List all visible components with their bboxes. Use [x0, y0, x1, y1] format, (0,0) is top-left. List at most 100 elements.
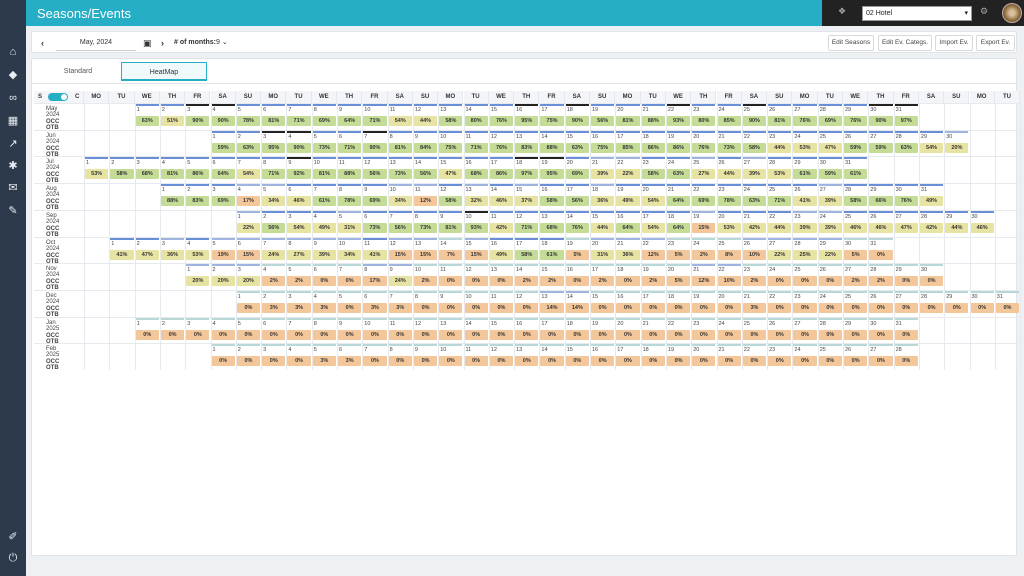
- event-bar[interactable]: [464, 210, 488, 213]
- event-bar[interactable]: [413, 237, 438, 240]
- occupancy-cell[interactable]: 78%: [338, 196, 362, 207]
- occupancy-cell[interactable]: 0%: [666, 356, 691, 367]
- home-icon[interactable]: ⌂: [5, 45, 21, 59]
- occupancy-cell[interactable]: 34%: [338, 249, 362, 260]
- event-bar[interactable]: [540, 317, 564, 320]
- event-bar[interactable]: [717, 237, 741, 240]
- occupancy-cell[interactable]: 42%: [919, 222, 944, 233]
- occupancy-cell[interactable]: 0%: [793, 302, 817, 313]
- event-bar[interactable]: [742, 290, 767, 293]
- occupancy-cell[interactable]: 0%: [818, 276, 842, 287]
- occupancy-cell[interactable]: 69%: [363, 196, 387, 207]
- event-bar[interactable]: [236, 210, 261, 213]
- event-bar[interactable]: [945, 290, 969, 293]
- event-bar[interactable]: [363, 290, 387, 293]
- event-bar[interactable]: [844, 237, 868, 240]
- event-bar[interactable]: [742, 237, 767, 240]
- occupancy-cell[interactable]: 0%: [970, 302, 994, 313]
- event-bar[interactable]: [489, 264, 514, 267]
- occupancy-cell[interactable]: 0%: [768, 329, 792, 340]
- occupancy-cell[interactable]: 15%: [413, 249, 438, 260]
- occupancy-cell[interactable]: 71%: [262, 169, 286, 180]
- event-bar[interactable]: [489, 130, 514, 133]
- occupancy-cell[interactable]: 36%: [160, 249, 185, 260]
- occupancy-cell[interactable]: 80%: [692, 116, 716, 126]
- occupancy-cell[interactable]: 20%: [211, 276, 235, 287]
- event-bar[interactable]: [413, 104, 438, 106]
- event-bar[interactable]: [489, 317, 514, 320]
- occupancy-cell[interactable]: 93%: [666, 116, 691, 126]
- occupancy-cell[interactable]: 71%: [338, 142, 362, 153]
- event-bar[interactable]: [717, 264, 741, 267]
- occupancy-cell[interactable]: 0%: [540, 356, 564, 367]
- occupancy-cell[interactable]: 95%: [262, 142, 286, 153]
- occupancy-cell[interactable]: 61%: [844, 169, 868, 180]
- occupancy-cell[interactable]: 3%: [262, 302, 286, 313]
- event-bar[interactable]: [919, 184, 944, 187]
- event-bar[interactable]: [616, 317, 640, 320]
- occupancy-cell[interactable]: 85%: [717, 116, 741, 126]
- event-bar[interactable]: [793, 104, 817, 106]
- occupancy-cell[interactable]: 68%: [135, 169, 159, 180]
- event-bar[interactable]: [211, 264, 235, 267]
- occupancy-cell[interactable]: 0%: [591, 302, 615, 313]
- gear-icon[interactable]: ⚙: [980, 6, 988, 17]
- occupancy-cell[interactable]: 15%: [388, 249, 412, 260]
- event-bar[interactable]: [540, 344, 564, 347]
- event-bar[interactable]: [692, 237, 716, 240]
- event-bar[interactable]: [768, 264, 792, 267]
- occupancy-cell[interactable]: 0%: [489, 356, 514, 367]
- event-bar[interactable]: [262, 210, 286, 213]
- binoculars-icon[interactable]: ∞: [5, 91, 21, 105]
- occupancy-cell[interactable]: 0%: [413, 356, 438, 367]
- event-bar[interactable]: [666, 157, 691, 160]
- event-bar[interactable]: [641, 317, 665, 320]
- event-bar[interactable]: [464, 264, 488, 267]
- occupancy-cell[interactable]: 58%: [742, 142, 767, 153]
- occupancy-cell[interactable]: 5%: [666, 249, 691, 260]
- event-bar[interactable]: [312, 237, 336, 240]
- occupancy-cell[interactable]: 58%: [641, 169, 665, 180]
- event-bar[interactable]: [540, 184, 564, 187]
- occupancy-cell[interactable]: 0%: [717, 302, 741, 313]
- occupancy-cell[interactable]: 0%: [312, 329, 336, 340]
- occupancy-cell[interactable]: 0%: [869, 329, 893, 340]
- occupancy-cell[interactable]: 0%: [742, 329, 767, 340]
- occupancy-cell[interactable]: 44%: [413, 116, 438, 126]
- view-toggle[interactable]: [48, 93, 68, 101]
- occupancy-cell[interactable]: 69%: [692, 196, 716, 207]
- event-bar[interactable]: [236, 104, 261, 106]
- occupancy-cell[interactable]: 10%: [717, 276, 741, 287]
- event-bar[interactable]: [742, 130, 767, 133]
- event-bar[interactable]: [666, 210, 691, 213]
- prev-month-icon[interactable]: ‹: [41, 32, 44, 54]
- occupancy-cell[interactable]: 0%: [413, 302, 438, 313]
- occupancy-cell[interactable]: 0%: [591, 329, 615, 340]
- event-bar[interactable]: [768, 317, 792, 320]
- event-bar[interactable]: [287, 264, 311, 267]
- event-bar[interactable]: [894, 130, 918, 133]
- event-bar[interactable]: [363, 157, 387, 160]
- occupancy-cell[interactable]: 63%: [666, 169, 691, 180]
- event-bar[interactable]: [363, 264, 387, 267]
- event-bar[interactable]: [869, 130, 893, 133]
- event-bar[interactable]: [388, 317, 412, 320]
- occupancy-cell[interactable]: 0%: [489, 329, 514, 340]
- occupancy-cell[interactable]: 44%: [717, 169, 741, 180]
- event-bar[interactable]: [844, 130, 868, 133]
- occupancy-cell[interactable]: 0%: [818, 356, 842, 367]
- event-bar[interactable]: [287, 104, 311, 106]
- occupancy-cell[interactable]: 0%: [236, 302, 261, 313]
- occupancy-cell[interactable]: 71%: [363, 116, 387, 126]
- occupancy-cell[interactable]: 0%: [717, 329, 741, 340]
- event-bar[interactable]: [135, 104, 159, 106]
- occupancy-cell[interactable]: 69%: [312, 116, 336, 126]
- occupancy-cell[interactable]: 3%: [287, 302, 311, 313]
- occupancy-cell[interactable]: 59%: [211, 142, 235, 153]
- occupancy-cell[interactable]: 14%: [565, 302, 589, 313]
- occupancy-cell[interactable]: 47%: [135, 249, 159, 260]
- event-bar[interactable]: [464, 157, 488, 160]
- layers-icon[interactable]: ❖: [838, 6, 846, 17]
- occupancy-cell[interactable]: 76%: [894, 196, 918, 207]
- occupancy-cell[interactable]: 0%: [945, 302, 969, 313]
